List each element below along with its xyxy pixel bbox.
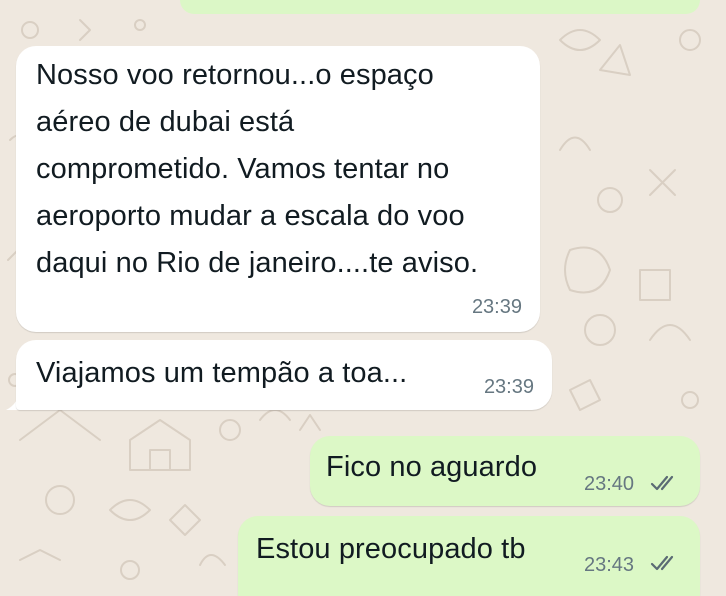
message-line: aéreo de dubai está [36, 106, 295, 138]
outgoing-message-bubble[interactable]: Estou preocupado tb 23:43 [238, 516, 700, 596]
read-ticks-icon [650, 475, 674, 491]
incoming-message-bubble[interactable]: Viajamos um tempão a toa... 23:39 [16, 340, 552, 410]
message-line: comprometido. Vamos tentar no [36, 153, 450, 185]
message-line: aeroporto mudar a escala do voo [36, 200, 465, 232]
message-line: daqui no Rio de janeiro....te aviso. [36, 247, 479, 279]
message-timestamp: 23:39 [471, 296, 522, 318]
message-timestamp: 23:39 [483, 376, 534, 398]
message-text: Fico no aguardo [326, 451, 538, 483]
message-timestamp: 23:43 [584, 554, 635, 576]
previous-outgoing-bubble-edge [180, 0, 700, 14]
outgoing-message-bubble[interactable]: Fico no aguardo 23:40 [310, 436, 700, 506]
message-timestamp: 23:40 [584, 473, 635, 495]
message-text: Nosso voo retornou...o espaço aéreo de d… [36, 52, 478, 287]
message-line: Nosso voo retornou...o espaço [36, 59, 434, 91]
read-ticks-icon [650, 555, 674, 571]
message-text: Estou preocupado tb [256, 533, 526, 565]
message-text: Viajamos um tempão a toa... [36, 357, 408, 389]
incoming-message-bubble[interactable]: Nosso voo retornou...o espaço aéreo de d… [16, 46, 540, 332]
